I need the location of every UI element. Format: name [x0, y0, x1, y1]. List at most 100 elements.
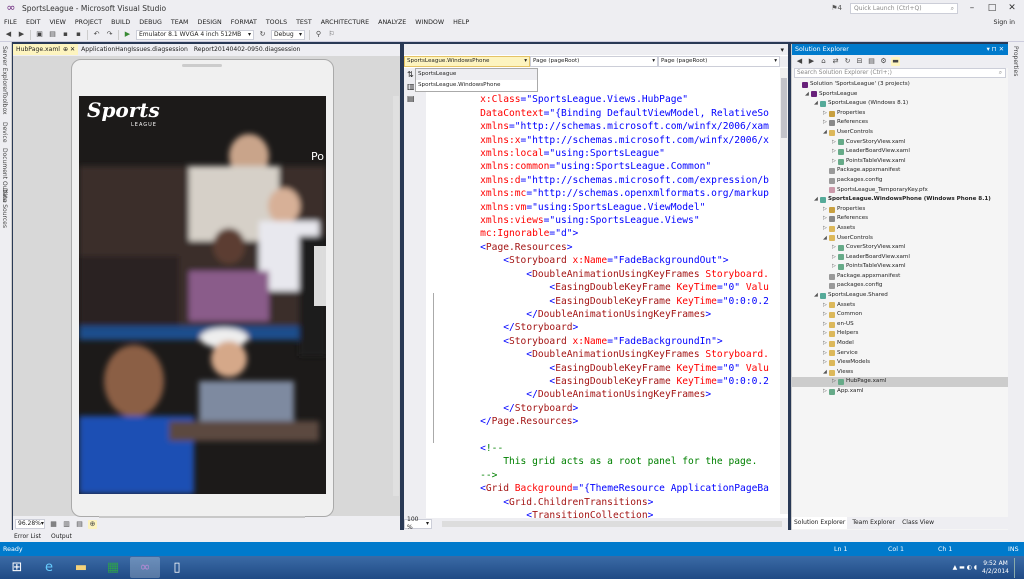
solution-search-input[interactable]: Search Solution Explorer (Ctrl+;) ⌕ — [794, 68, 1006, 78]
tree-item[interactable]: ◢ Views — [792, 368, 1008, 378]
dropdown-option[interactable]: SportsLeague.WindowsPhone — [416, 80, 537, 91]
open-file-icon[interactable]: ▤ — [48, 30, 57, 39]
excel-icon[interactable]: ▦ — [98, 557, 128, 578]
editor-zoom-dropdown[interactable]: 100 % ▾ — [404, 516, 432, 531]
left-tab-data-sources[interactable]: Data Sources — [1, 188, 8, 228]
tree-item[interactable]: SportsLeague_TemporaryKey.pfx — [792, 186, 1008, 196]
menu-window[interactable]: WINDOW — [415, 19, 444, 26]
back-icon[interactable]: ◀ — [795, 57, 804, 66]
designer-vertical-scrollbar[interactable] — [393, 96, 399, 496]
zoom-dropdown[interactable]: 96.28% ▾ — [15, 519, 45, 529]
menu-design[interactable]: DESIGN — [197, 19, 221, 26]
menu-debug[interactable]: DEBUG — [139, 19, 162, 26]
menu-team[interactable]: TEAM — [171, 19, 189, 26]
tree-item[interactable]: ◢ UserControls — [792, 234, 1008, 244]
refresh-icon[interactable]: ↻ — [843, 57, 852, 66]
tree-item[interactable]: ▷ PointsTableView.xaml — [792, 262, 1008, 272]
tree-item[interactable]: packages.config — [792, 281, 1008, 291]
tree-item[interactable]: ▷ Helpers — [792, 329, 1008, 339]
sync-icon[interactable]: ⇄ — [831, 57, 840, 66]
tree-item[interactable]: ▷ PointsTableView.xaml — [792, 157, 1008, 167]
tree-item[interactable]: ▷ HubPage.xaml — [792, 377, 1008, 387]
home-icon[interactable]: ⌂ — [819, 57, 828, 66]
forward-icon[interactable]: ▶ — [17, 30, 26, 39]
run-icon[interactable]: ▶ — [123, 30, 132, 39]
scope-dropdown[interactable]: Page (pageRoot) ▾ — [530, 56, 658, 67]
tree-item[interactable]: ▷ References — [792, 118, 1008, 128]
editor-vertical-scrollbar[interactable] — [780, 68, 788, 514]
dropdown-option[interactable]: SportsLeague — [416, 69, 537, 80]
minimize-button[interactable]: – — [966, 3, 978, 13]
tree-item[interactable]: ▷ CoverStoryView.xaml — [792, 243, 1008, 253]
visual-studio-taskbar-icon[interactable]: ∞ — [130, 557, 160, 578]
bookmark-icon[interactable]: ⚐ — [327, 30, 336, 39]
back-icon[interactable]: ◀ — [4, 30, 13, 39]
properties-icon[interactable]: ⚙ — [879, 57, 888, 66]
tool-tab-class-view[interactable]: Class View — [900, 517, 936, 529]
tree-item[interactable]: ▷ en-US — [792, 320, 1008, 330]
notification-flag-icon[interactable]: ⚑4 — [831, 4, 842, 12]
left-tab-server-explorer[interactable]: Server Explorer — [1, 46, 8, 93]
tree-item[interactable]: ▷ ViewModels — [792, 358, 1008, 368]
menu-format[interactable]: FORMAT — [231, 19, 257, 26]
member-dropdown[interactable]: Page (pageRoot) ▾ — [658, 56, 780, 67]
phone-screen-preview[interactable]: Sports LEAGUE Po — [79, 96, 326, 494]
tree-item[interactable]: ▷ App.xaml — [792, 387, 1008, 397]
tree-item[interactable]: ▷ Properties — [792, 109, 1008, 119]
tree-item[interactable]: ▷ Common — [792, 310, 1008, 320]
tree-item[interactable]: ◢ SportsLeague (Windows 8.1) — [792, 99, 1008, 109]
config-dropdown[interactable]: Debug ▾ — [271, 29, 305, 40]
close-button[interactable]: ✕ — [1006, 3, 1018, 13]
swap-panes-icon[interactable]: ⇅ — [407, 70, 414, 79]
menu-architecture[interactable]: ARCHITECTURE — [321, 19, 369, 26]
left-tab-device[interactable]: Device — [1, 122, 8, 143]
tree-item[interactable]: ▷ References — [792, 214, 1008, 224]
menu-build[interactable]: BUILD — [111, 19, 130, 26]
tool-tab-solution-explorer[interactable]: Solution Explorer — [792, 517, 848, 529]
redo-icon[interactable]: ↷ — [105, 30, 114, 39]
tree-item[interactable]: ▷ Assets — [792, 224, 1008, 234]
editor-horizontal-scrollbar[interactable] — [442, 521, 782, 527]
refresh-icon[interactable]: ↻ — [258, 30, 267, 39]
grid-toggle-icon[interactable]: ▦ — [49, 520, 58, 529]
snap-grid-icon[interactable]: ▥ — [62, 520, 71, 529]
menu-help[interactable]: HELP — [453, 19, 469, 26]
save-all-icon[interactable]: ▪ — [74, 30, 83, 39]
right-tab-properties[interactable]: Properties — [1012, 46, 1019, 76]
tree-item[interactable]: Package.appxmanifest — [792, 166, 1008, 176]
design-surface[interactable]: Sports LEAGUE Po — [13, 56, 400, 520]
tree-item[interactable]: packages.config — [792, 176, 1008, 186]
menu-file[interactable]: FILE — [4, 19, 17, 26]
tree-item[interactable]: ▷ Service — [792, 349, 1008, 359]
tree-item[interactable]: ◢ SportsLeague.Shared — [792, 291, 1008, 301]
code-text[interactable]: pageRoot" x:Class="SportsLeague.Views.Hu… — [457, 80, 787, 520]
menu-edit[interactable]: EDIT — [26, 19, 41, 26]
find-icon[interactable]: ⚲ — [314, 30, 323, 39]
show-desktop-button[interactable] — [1014, 557, 1018, 578]
file-explorer-icon[interactable]: ▬ — [66, 557, 96, 578]
collapse-all-icon[interactable]: ⊟ — [855, 57, 864, 66]
tray-icons[interactable]: ▲ ▬ ◐ ◖ — [953, 564, 977, 571]
save-icon[interactable]: ▪ — [61, 30, 70, 39]
document-tab[interactable]: ApplicationHangIssues.diagsession — [78, 44, 191, 55]
run-target-dropdown[interactable]: Emulator 8.1 WVGA 4 inch 512MB ▾ — [136, 29, 254, 40]
scrollbar-thumb[interactable] — [781, 78, 787, 138]
horizontal-split-icon[interactable]: ▤ — [407, 94, 415, 103]
menu-test[interactable]: TEST — [296, 19, 312, 26]
show-all-files-icon[interactable]: ▤ — [867, 57, 876, 66]
tree-item[interactable]: ▷ Properties — [792, 205, 1008, 215]
tree-item[interactable]: ◢ SportsLeague.WindowsPhone (Windows Phon… — [792, 195, 1008, 205]
preview-icon[interactable]: ▬ — [891, 57, 900, 66]
tool-tab-team-explorer[interactable]: Team Explorer — [850, 517, 897, 529]
left-tab-toolbox[interactable]: Toolbox — [1, 92, 8, 115]
tree-item[interactable]: ▷ CoverStoryView.xaml — [792, 138, 1008, 148]
document-tab[interactable]: HubPage.xaml ⊕ ✕ — [13, 44, 79, 55]
vertical-split-icon[interactable]: ▥ — [407, 82, 415, 91]
start-button-windows-icon[interactable]: ⊞ — [2, 557, 32, 578]
sign-in-link[interactable]: Sign in — [994, 19, 1015, 26]
tree-item[interactable]: ▷ LeaderBoardView.xaml — [792, 147, 1008, 157]
tool-tab-error-list[interactable]: Error List — [14, 533, 41, 540]
menu-tools[interactable]: TOOLS — [266, 19, 287, 26]
menu-analyze[interactable]: ANALYZE — [378, 19, 406, 26]
project-context-dropdown[interactable]: SportsLeague.WindowsPhone ▾ — [404, 56, 530, 67]
